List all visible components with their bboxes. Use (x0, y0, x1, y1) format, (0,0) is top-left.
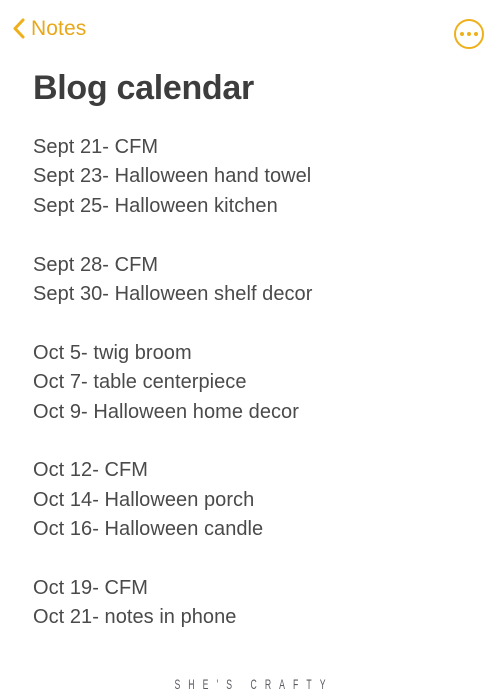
note-line: Sept 30- Halloween shelf decor (33, 283, 313, 306)
note-body[interactable]: Sept 21- CFM Sept 23- Halloween hand towe… (0, 110, 500, 633)
note-content[interactable]: Blog calendar Sept 21- CFM Sept 23- Hallo… (0, 66, 500, 633)
back-to-notes-button[interactable]: Notes (12, 18, 86, 39)
note-line: Oct 19- CFM (33, 577, 149, 600)
more-options-button[interactable] (454, 19, 484, 49)
note-line: Oct 12- CFM (33, 459, 149, 482)
note-line: Oct 21- notes in phone (33, 606, 237, 629)
more-dot-1 (460, 32, 464, 36)
note-line: Oct 5- twig broom (33, 341, 192, 364)
note-line: Sept 28- CFM (33, 253, 159, 276)
back-button-label: Notes (31, 17, 87, 40)
note-line-blank (33, 309, 500, 338)
note-line: Oct 9- Halloween home decor (33, 400, 299, 423)
more-dot-2 (467, 32, 471, 36)
note-line: Sept 21- CFM (33, 136, 159, 158)
note-line: Sept 23- Halloween hand towel (33, 165, 312, 188)
note-line: Sept 25- Halloween kitchen (33, 194, 278, 217)
note-line: Oct 16- Halloween candle (33, 518, 264, 541)
note-line: Oct 14- Halloween porch (33, 488, 255, 511)
chevron-left-icon (12, 18, 25, 39)
note-line-blank (33, 427, 500, 456)
navigation-bar: Notes (0, 0, 500, 66)
note-line-blank (33, 221, 500, 250)
watermark-shes-crafty: SHE'S CRAFTY (174, 676, 334, 692)
note-line-blank (33, 545, 500, 574)
note-title: Blog calendar (33, 69, 254, 107)
note-line: Oct 7- table centerpiece (33, 371, 247, 394)
more-dot-3 (474, 32, 478, 36)
